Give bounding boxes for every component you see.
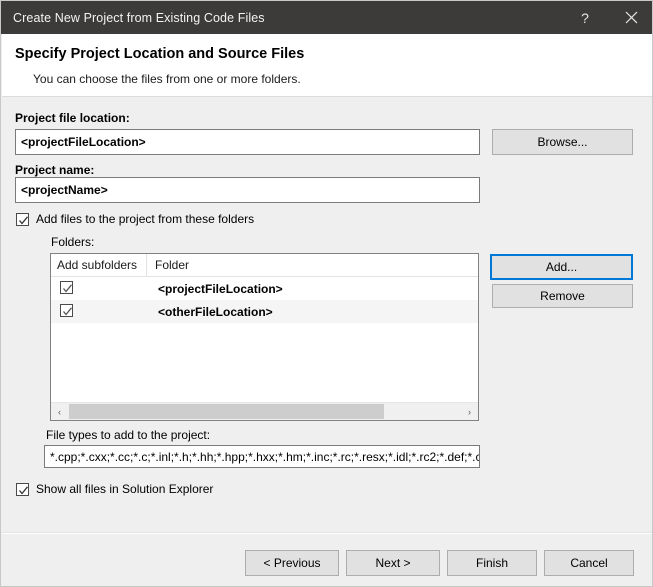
previous-button-label: < Previous	[263, 556, 320, 570]
scroll-right-glyph: ›	[468, 407, 471, 417]
scroll-right-icon[interactable]: ›	[461, 403, 478, 420]
browse-button[interactable]: Browse...	[492, 129, 633, 155]
folders-listview[interactable]: Add subfolders Folder <projectFileLocati…	[50, 253, 479, 421]
checkmark-icon	[18, 485, 29, 496]
checkmark-icon	[18, 215, 29, 226]
footer-divider	[2, 533, 653, 534]
row-folder-value: <projectFileLocation>	[158, 282, 283, 296]
finish-button[interactable]: Finish	[447, 550, 537, 576]
file-types-label: File types to add to the project:	[46, 428, 210, 442]
cancel-button-label: Cancel	[570, 556, 607, 570]
header-band: Specify Project Location and Source File…	[2, 34, 653, 96]
row-add-subfolders-checkbox[interactable]	[60, 281, 73, 294]
header-divider	[2, 96, 653, 97]
table-row[interactable]: <projectFileLocation>	[51, 277, 478, 300]
project-file-location-value: <projectFileLocation>	[16, 135, 146, 149]
add-folder-button[interactable]: Add...	[490, 254, 633, 280]
remove-folder-button[interactable]: Remove	[492, 284, 633, 308]
row-folder-value: <otherFileLocation>	[158, 305, 273, 319]
help-icon[interactable]: ?	[562, 1, 608, 34]
show-all-files-label: Show all files in Solution Explorer	[36, 482, 213, 496]
column-header-add-subfolders[interactable]: Add subfolders	[51, 254, 147, 276]
page-subtitle: You can choose the files from one or mor…	[33, 72, 301, 86]
project-file-location-input[interactable]: <projectFileLocation>	[15, 129, 480, 155]
add-files-to-project-checkbox[interactable]: Add files to the project from these fold…	[16, 212, 254, 226]
scroll-left-icon[interactable]: ‹	[51, 403, 68, 420]
previous-button[interactable]: < Previous	[245, 550, 339, 576]
create-new-project-dialog: Create New Project from Existing Code Fi…	[0, 0, 653, 587]
title-bar: Create New Project from Existing Code Fi…	[1, 1, 653, 34]
listview-header: Add subfolders Folder	[51, 254, 478, 277]
page-title: Specify Project Location and Source File…	[15, 46, 304, 62]
row-add-subfolders-checkbox[interactable]	[60, 304, 73, 317]
next-button[interactable]: Next >	[346, 550, 440, 576]
next-button-label: Next >	[375, 556, 410, 570]
add-files-to-project-label: Add files to the project from these fold…	[36, 212, 254, 226]
checkmark-icon	[62, 306, 73, 317]
finish-button-label: Finish	[476, 556, 508, 570]
checkbox-box	[16, 213, 29, 226]
browse-button-label: Browse...	[537, 135, 587, 149]
remove-folder-button-label: Remove	[540, 289, 585, 303]
help-glyph: ?	[581, 10, 589, 26]
cancel-button[interactable]: Cancel	[544, 550, 634, 576]
folders-label: Folders:	[51, 235, 94, 249]
show-all-files-checkbox[interactable]: Show all files in Solution Explorer	[16, 482, 213, 496]
horizontal-scrollbar[interactable]: ‹ ›	[51, 402, 478, 420]
window-title: Create New Project from Existing Code Fi…	[13, 11, 265, 25]
checkmark-icon	[62, 283, 73, 294]
project-file-location-label: Project file location:	[15, 111, 130, 125]
project-name-input[interactable]: <projectName>	[15, 177, 480, 203]
close-icon[interactable]	[608, 1, 653, 34]
table-row[interactable]: <otherFileLocation>	[51, 300, 478, 323]
column-header-folder[interactable]: Folder	[147, 254, 479, 276]
project-name-value: <projectName>	[16, 183, 108, 197]
file-types-value: *.cpp;*.cxx;*.cc;*.c;*.inl;*.h;*.hh;*.hp…	[45, 450, 480, 464]
project-name-label: Project name:	[15, 163, 94, 177]
add-folder-button-label: Add...	[546, 260, 577, 274]
file-types-input[interactable]: *.cpp;*.cxx;*.cc;*.c;*.inl;*.h;*.hh;*.hp…	[44, 445, 480, 468]
checkbox-box	[16, 483, 29, 496]
scroll-left-glyph: ‹	[58, 407, 61, 417]
scrollbar-thumb[interactable]	[69, 404, 384, 419]
